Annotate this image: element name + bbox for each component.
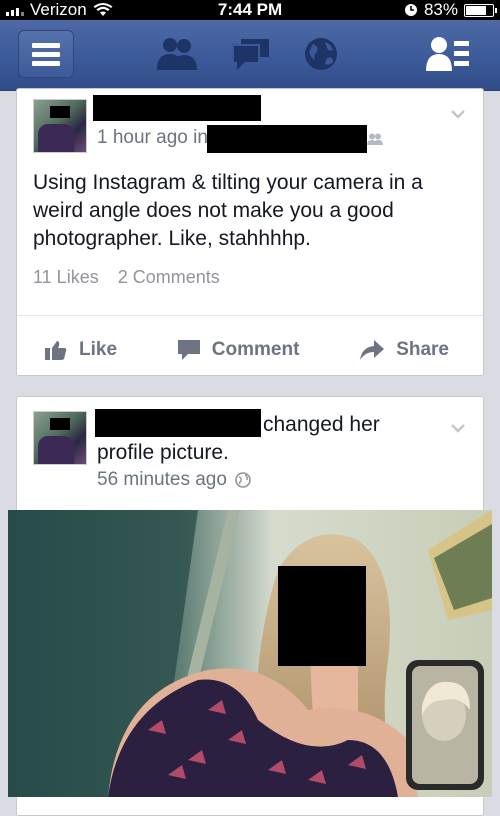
globe-icon[interactable] — [296, 30, 346, 78]
post-text: Using Instagram & tilting your camera in… — [33, 171, 423, 250]
redacted-face — [278, 566, 366, 666]
post-meta: 56 minutes ago — [97, 469, 251, 491]
friends-icon[interactable] — [152, 30, 202, 78]
redacted-group — [207, 125, 367, 153]
story-text-line1: changed her — [263, 413, 380, 436]
top-navigation-bar — [0, 20, 500, 91]
chevron-down-icon[interactable] — [451, 421, 465, 435]
battery-icon — [464, 3, 497, 17]
divider — [17, 315, 483, 316]
status-post-card: 1 hour ago in Using Instagram & tilting … — [16, 88, 484, 376]
share-label: Share — [396, 339, 449, 360]
chevron-down-icon[interactable] — [451, 107, 465, 121]
comment-icon — [177, 340, 200, 360]
menu-icon[interactable] — [18, 30, 74, 78]
globe-icon — [235, 472, 251, 488]
engagement-counts: 11 Likes 2 Comments — [33, 267, 234, 288]
like-label: Like — [79, 339, 118, 360]
avatar[interactable] — [33, 99, 87, 153]
story-text-line2: profile picture. — [97, 441, 229, 464]
post-actions: Like Comment Share — [17, 320, 483, 380]
status-bar: Verizon 7:44 PM 83% — [0, 0, 500, 20]
alarm-icon — [404, 4, 417, 16]
battery-percent: 83% — [423, 0, 458, 19]
status-right: 83% — [404, 0, 497, 20]
post-timestamp: 1 hour ago in — [97, 127, 208, 148]
likes-count[interactable]: 11 Likes — [33, 267, 99, 287]
profile-photo[interactable] — [8, 510, 492, 797]
comments-count[interactable]: 2 Comments — [118, 267, 220, 287]
post-timestamp: 56 minutes ago — [97, 469, 227, 490]
photo-image — [8, 510, 492, 797]
messages-icon[interactable] — [226, 30, 276, 78]
contacts-list-icon[interactable] — [420, 30, 476, 78]
redacted-name — [93, 95, 261, 121]
share-arrow-icon — [360, 340, 385, 360]
share-button[interactable]: Share — [360, 339, 449, 361]
like-button[interactable]: Like — [45, 339, 117, 361]
group-icon — [367, 133, 383, 145]
comment-button[interactable]: Comment — [177, 339, 300, 361]
story-text: changed her profile picture. — [97, 411, 457, 467]
thumbs-up-icon — [45, 341, 67, 360]
avatar[interactable] — [33, 411, 87, 465]
comment-label: Comment — [211, 339, 300, 360]
